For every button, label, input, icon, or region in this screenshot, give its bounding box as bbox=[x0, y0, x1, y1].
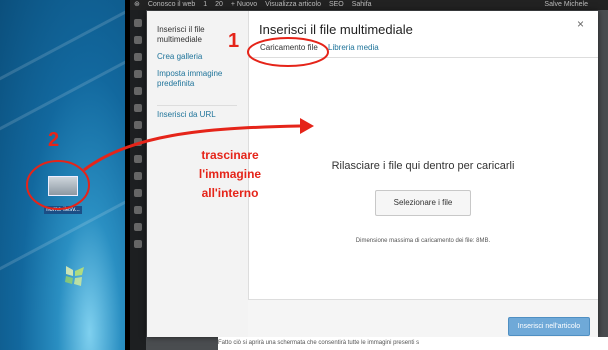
menu-icon[interactable] bbox=[134, 104, 142, 112]
modal-toolbar: Inserisci nell'articolo bbox=[248, 299, 598, 338]
adminbar-greeting[interactable]: Salve Michele bbox=[544, 0, 588, 10]
menu-icon[interactable] bbox=[134, 53, 142, 61]
instruction-line: all'interno bbox=[201, 186, 259, 200]
menu-icon[interactable] bbox=[134, 121, 142, 129]
menu-icon[interactable] bbox=[134, 172, 142, 180]
insert-into-post-button[interactable]: Inserisci nell'articolo bbox=[508, 317, 590, 336]
instruction-line: l'immagine bbox=[198, 167, 262, 181]
menu-featured-image[interactable]: Imposta immagine predefinita bbox=[157, 69, 243, 89]
adminbar-view-post[interactable]: Visualizza articolo bbox=[265, 1, 321, 8]
close-icon[interactable]: × bbox=[577, 17, 584, 31]
menu-create-gallery[interactable]: Crea galleria bbox=[157, 52, 243, 62]
tab-media-library[interactable]: Libreria media bbox=[328, 43, 379, 52]
max-upload-size: Dimensione massima di caricamento dei fi… bbox=[355, 238, 491, 244]
adminbar-seo[interactable]: SEO bbox=[329, 1, 344, 8]
menu-separator bbox=[157, 105, 237, 106]
windows-logo-icon bbox=[65, 266, 84, 286]
menu-icon[interactable] bbox=[134, 206, 142, 214]
desktop-image-file[interactable]: nome-ilesv... bbox=[38, 176, 88, 216]
modal-title: Inserisci il file multimediale bbox=[259, 22, 413, 37]
wallpaper-streak bbox=[0, 38, 128, 145]
desktop-file-label: nome-ilesv... bbox=[44, 206, 82, 214]
windows-desktop: nome-ilesv... bbox=[0, 0, 128, 350]
menu-icon[interactable] bbox=[134, 70, 142, 78]
wallpaper-streak bbox=[0, 0, 128, 95]
instruction-line: trascinare bbox=[201, 148, 259, 162]
adminbar-new[interactable]: + Nuovo bbox=[231, 1, 257, 8]
menu-icon[interactable] bbox=[134, 189, 142, 197]
step-number-2: 2 bbox=[48, 129, 60, 151]
adminbar-site[interactable]: Conosco il web bbox=[148, 1, 195, 8]
adminbar-updates[interactable]: 1 bbox=[203, 1, 207, 8]
admin-bar: ⊛ Conosco il web 1 20 + Nuovo Visualizza… bbox=[130, 0, 608, 10]
wp-logo-icon[interactable]: ⊛ bbox=[134, 1, 140, 8]
menu-icon[interactable] bbox=[134, 223, 142, 231]
image-file-icon bbox=[48, 176, 78, 196]
adminbar-sahifa[interactable]: Sahifa bbox=[352, 1, 372, 8]
menu-icon[interactable] bbox=[134, 240, 142, 248]
background-editor-text: Fatto ciò si aprirà una schermata che co… bbox=[218, 337, 608, 350]
admin-sidebar bbox=[130, 10, 146, 350]
media-tabs: Caricamento file Libreria media bbox=[248, 39, 598, 58]
menu-icon[interactable] bbox=[134, 19, 142, 27]
select-files-button[interactable]: Selezionare i file bbox=[375, 190, 471, 216]
menu-icon[interactable] bbox=[134, 138, 142, 146]
adminbar-comments[interactable]: 20 bbox=[215, 1, 223, 8]
menu-insert-from-url[interactable]: Inserisci da URL bbox=[157, 110, 243, 120]
step-number-1: 1 bbox=[228, 30, 240, 52]
menu-icon[interactable] bbox=[134, 87, 142, 95]
tab-upload-files[interactable]: Caricamento file bbox=[260, 43, 318, 52]
drag-instruction: trascinare l'immagine all'interno bbox=[178, 146, 282, 203]
menu-icon[interactable] bbox=[134, 36, 142, 44]
menu-icon[interactable] bbox=[134, 155, 142, 163]
drop-instructions: Rilasciare i file qui dentro per caricar… bbox=[331, 160, 515, 172]
